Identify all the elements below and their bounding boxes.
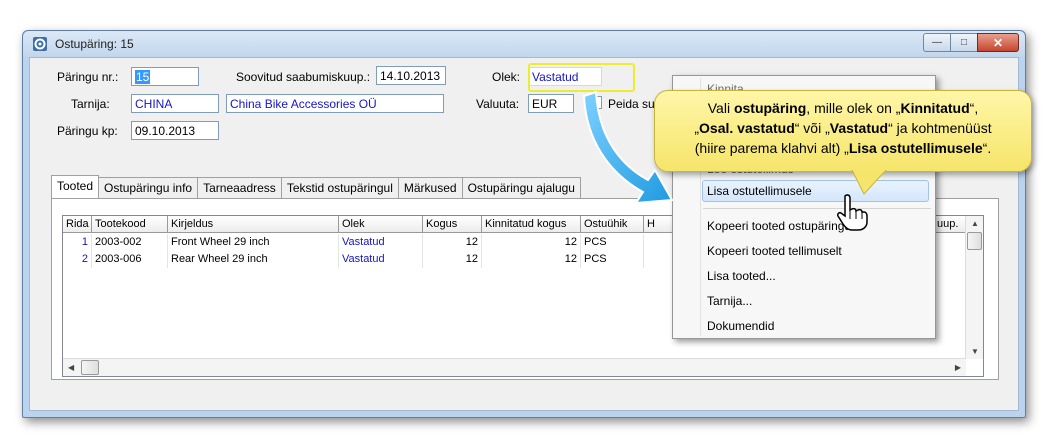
callout-bold: Lisa ostutellimusele <box>848 140 983 156</box>
callout-bold: ostupäring <box>733 100 807 116</box>
callout-text: , mille olek on „ <box>806 100 901 116</box>
callout-text: (hiire parema klahvi alt) „ <box>694 140 849 156</box>
callout-bold: Osal. vastatud <box>699 120 795 136</box>
callout-tail <box>851 170 887 195</box>
callout-text: “, <box>969 100 979 116</box>
hand-cursor-icon <box>837 194 868 231</box>
callout-text: “ ja kohtmenüüst <box>888 120 992 136</box>
instruction-callout: Vali ostupäring, mille olek on „Kinnitat… <box>654 90 1032 172</box>
pointer-arrow <box>582 90 674 205</box>
callout-text: Vali <box>707 100 734 116</box>
callout-bold: Kinnitatud <box>900 100 970 116</box>
callout-text: “ või „ <box>794 120 830 136</box>
callout-text: “. <box>982 140 992 156</box>
callout-bold: Vastatud <box>829 120 889 136</box>
